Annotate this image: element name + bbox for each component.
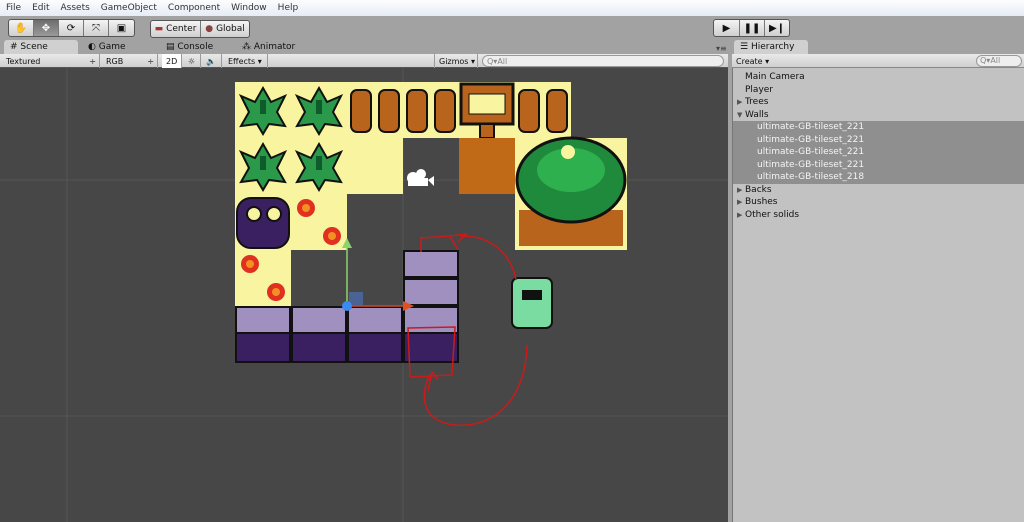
menu-window[interactable]: Window bbox=[231, 3, 267, 13]
hierarchy-item-selected[interactable]: ultimate-GB-tileset_221 bbox=[733, 133, 1024, 146]
item-label: Other solids bbox=[745, 209, 800, 220]
hierarchy-item-selected[interactable]: ultimate-GB-tileset_221 bbox=[733, 146, 1024, 159]
tab-console-label: Console bbox=[177, 42, 214, 52]
play-controls: ▶ ❚❚ ▶❙ bbox=[713, 19, 790, 37]
play-button[interactable]: ▶ bbox=[714, 20, 740, 36]
effects-dropdown[interactable]: Effects ▾ bbox=[224, 54, 268, 68]
tab-hierarchy[interactable]: ☰ Hierarchy bbox=[734, 40, 808, 54]
hierarchy-item[interactable]: ▼ Walls bbox=[733, 109, 1024, 122]
item-label: ultimate-GB-tileset_218 bbox=[757, 172, 865, 183]
pivot-label: Center bbox=[166, 24, 197, 34]
item-label: ultimate-GB-tileset_221 bbox=[757, 134, 865, 145]
owl-statue-sprite bbox=[236, 197, 290, 249]
hierarchy-search-input[interactable]: Q▾All bbox=[976, 55, 1022, 67]
tab-game-label: Game bbox=[98, 42, 126, 52]
scene-toolbar: Textured ÷ RGB ÷ 2D ☼ 🔈 Effects ▾ Gizmos ▾… bbox=[0, 54, 728, 68]
pivot-global-button[interactable]: ● Global bbox=[201, 21, 249, 37]
animator-icon: ⁂ bbox=[242, 42, 254, 52]
menu-gameobject[interactable]: GameObject bbox=[101, 3, 157, 13]
pivot-toggles: ▬ Center ● Global bbox=[150, 20, 250, 38]
space-label: Global bbox=[216, 24, 245, 34]
channel-label: RGB bbox=[106, 56, 124, 66]
scene-canvas bbox=[0, 68, 728, 522]
tab-scene-label: Scene bbox=[20, 42, 48, 52]
hierarchy-item[interactable]: ▶ Other solids bbox=[733, 209, 1024, 222]
item-label: Walls bbox=[745, 109, 769, 120]
scene-search-input[interactable]: Q▾ All bbox=[482, 55, 724, 67]
create-label: Create bbox=[736, 56, 763, 66]
item-label: ultimate-GB-tileset_221 bbox=[757, 147, 865, 158]
hierarchy-item-selected[interactable]: ultimate-GB-tileset_221 bbox=[733, 158, 1024, 171]
main-toolbar: ✋ ✥ ⟳ ⤧ ▣ ▬ Center ● Global ▶ ❚❚ ▶❙ bbox=[0, 16, 1024, 40]
rotate-tool-icon[interactable]: ⟳ bbox=[59, 20, 84, 36]
rect-tool-icon[interactable]: ▣ bbox=[109, 20, 134, 36]
item-label: ultimate-GB-tileset_221 bbox=[757, 159, 865, 170]
grid-icon: # bbox=[10, 42, 21, 52]
hierarchy-item-selected[interactable]: ultimate-GB-tileset_221 bbox=[733, 121, 1024, 134]
item-label: Backs bbox=[745, 184, 772, 195]
camera-gizmo-icon[interactable] bbox=[407, 169, 434, 186]
player-sprite bbox=[511, 277, 553, 329]
hierarchy-search-placeholder: All bbox=[990, 56, 1001, 65]
channel-dropdown[interactable]: RGB ÷ bbox=[102, 54, 158, 68]
pivot-center-button[interactable]: ▬ Center bbox=[151, 21, 201, 37]
tab-console[interactable]: ▤ Console bbox=[160, 40, 235, 54]
transform-tools: ✋ ✥ ⟳ ⤧ ▣ bbox=[8, 19, 135, 37]
scene-view[interactable] bbox=[0, 68, 728, 522]
hierarchy-item[interactable]: Player bbox=[733, 84, 1024, 97]
list-icon: ☰ bbox=[740, 42, 751, 52]
hierarchy-item[interactable]: ▶ Bushes bbox=[733, 196, 1024, 209]
hierarchy-toolbar: Create ▾ Q▾All bbox=[732, 54, 1024, 68]
center-handle[interactable] bbox=[342, 301, 352, 311]
hierarchy-panel: Main Camera Player ▶ Trees ▼ Walls ultimat… bbox=[732, 68, 1024, 522]
expand-arrow-icon[interactable]: ▶ bbox=[737, 211, 744, 219]
expand-arrow-icon[interactable]: ▶ bbox=[737, 186, 744, 194]
scale-tool-icon[interactable]: ⤧ bbox=[84, 20, 109, 36]
move-tool-icon[interactable]: ✥ bbox=[34, 20, 59, 36]
tab-game[interactable]: ◐ Game bbox=[82, 40, 152, 54]
console-icon: ▤ bbox=[166, 42, 178, 52]
render-mode-dropdown[interactable]: Textured ÷ bbox=[2, 54, 100, 68]
expand-arrow-icon[interactable]: ▶ bbox=[737, 198, 744, 206]
scene-search-placeholder: All bbox=[497, 56, 508, 66]
hierarchy-item[interactable]: ▶ Trees bbox=[733, 96, 1024, 109]
pause-button[interactable]: ❚❚ bbox=[740, 20, 765, 36]
effects-label: Effects bbox=[228, 56, 256, 66]
item-label: Player bbox=[745, 84, 774, 95]
tab-hierarchy-label: Hierarchy bbox=[750, 42, 795, 52]
lighting-toggle-icon[interactable]: ☼ bbox=[184, 54, 201, 68]
dirt-tile bbox=[459, 138, 515, 194]
item-label: ultimate-GB-tileset_221 bbox=[757, 122, 865, 133]
tab-animator-label: Animator bbox=[253, 42, 296, 52]
tab-scene[interactable]: # Scene bbox=[4, 40, 78, 54]
pacman-icon: ◐ bbox=[88, 42, 99, 52]
panel-menu-icon[interactable]: ▾≡ bbox=[716, 44, 727, 53]
expand-arrow-icon[interactable]: ▶ bbox=[737, 98, 744, 106]
collapse-arrow-icon[interactable]: ▼ bbox=[737, 111, 744, 119]
audio-toggle-icon[interactable]: 🔈 bbox=[202, 54, 222, 68]
hierarchy-item[interactable]: ▶ Backs bbox=[733, 184, 1024, 197]
menu-help[interactable]: Help bbox=[278, 3, 299, 13]
hierarchy-item[interactable]: Main Camera bbox=[733, 71, 1024, 84]
menu-file[interactable]: File bbox=[6, 3, 21, 13]
tab-animator[interactable]: ⁂ Animator bbox=[236, 40, 316, 54]
item-label: Main Camera bbox=[745, 72, 805, 83]
create-dropdown[interactable]: Create ▾ bbox=[736, 55, 769, 67]
item-label: Trees bbox=[745, 97, 769, 108]
render-mode-label: Textured bbox=[6, 56, 41, 66]
gizmos-dropdown[interactable]: Gizmos ▾ bbox=[434, 54, 478, 68]
menu-bar: File Edit Assets GameObject Component Wi… bbox=[0, 0, 1024, 16]
2d-toggle[interactable]: 2D bbox=[162, 54, 182, 68]
hierarchy-item-selected[interactable]: ultimate-GB-tileset_218 bbox=[733, 171, 1024, 184]
item-label: Bushes bbox=[745, 197, 778, 208]
hand-tool-icon[interactable]: ✋ bbox=[9, 20, 34, 36]
tree-sprite bbox=[515, 136, 627, 246]
gizmos-label: Gizmos bbox=[439, 56, 469, 66]
menu-assets[interactable]: Assets bbox=[61, 3, 90, 13]
step-button[interactable]: ▶❙ bbox=[765, 20, 789, 36]
menu-edit[interactable]: Edit bbox=[32, 3, 49, 13]
2d-label: 2D bbox=[166, 56, 178, 66]
menu-component[interactable]: Component bbox=[168, 3, 220, 13]
